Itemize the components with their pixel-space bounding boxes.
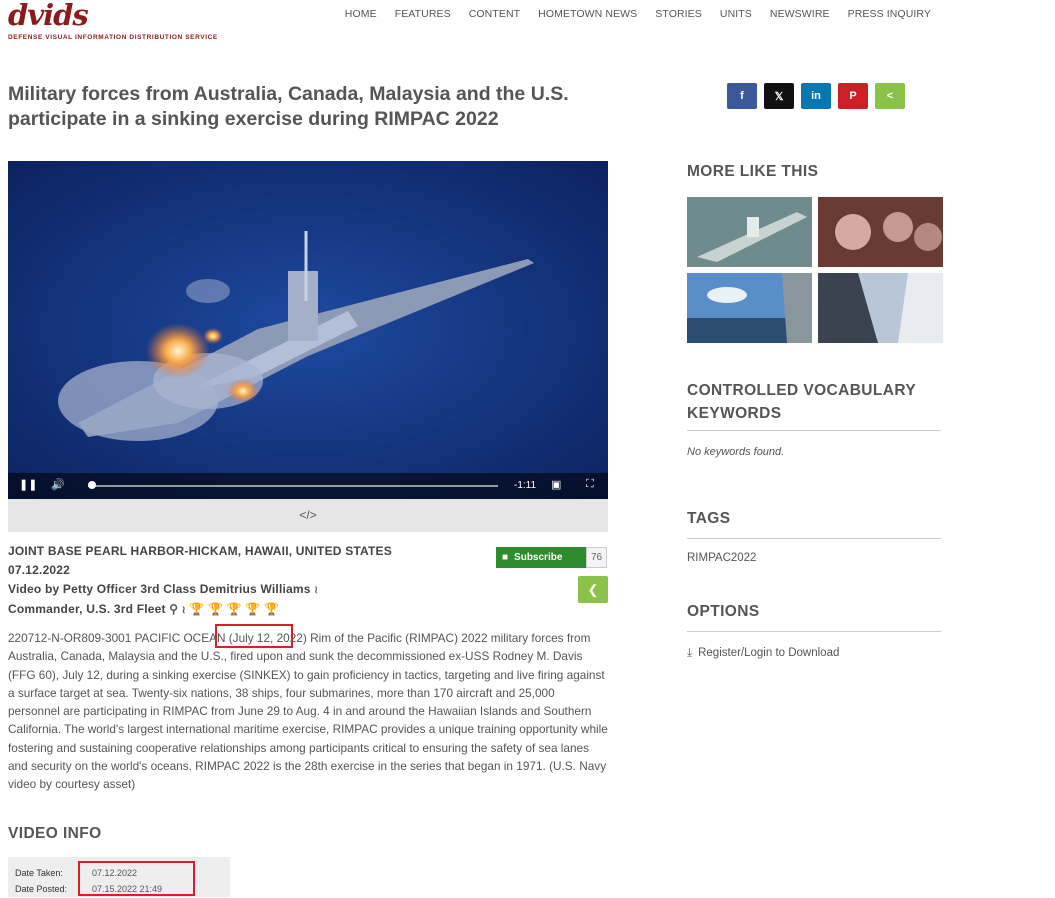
tag-link[interactable]: RIMPAC2022 — [687, 552, 756, 564]
picture-in-picture-icon[interactable]: ▣ — [551, 478, 561, 491]
player-controls: ❚❚ 🔊 -1:11 ▣ ⛶ — [8, 473, 608, 499]
video-description: 220712-N-OR809-3001 PACIFIC OCEAN (July … — [8, 629, 608, 794]
pause-button[interactable]: ❚❚ — [19, 478, 37, 491]
rss-icon[interactable]: ≀ — [182, 605, 186, 616]
trophy-icon[interactable]: 🏆 — [245, 602, 260, 616]
video-info-heading: VIDEO INFO — [8, 825, 102, 842]
video-meta: JOINT BASE PEARL HARBOR-HICKAM, HAWAII, … — [8, 542, 392, 620]
byline[interactable]: Video by Petty Officer 3rd Class Demitri… — [8, 582, 311, 596]
share-bar: f 𝕏 in P < — [727, 83, 905, 109]
main-nav: HOME FEATURES CONTENT HOMETOWN NEWS STOR… — [336, 8, 940, 20]
related-video-thumb[interactable] — [818, 273, 943, 343]
unit-row: Commander, U.S. 3rd Fleet ⚲ ≀ 🏆 🏆 🏆 🏆 🏆 — [8, 600, 392, 620]
date-taken-label: Date Taken: — [15, 868, 63, 878]
video-date: 07.12.2022 — [8, 563, 71, 577]
x-share-button[interactable]: 𝕏 — [764, 83, 794, 109]
nav-press-inquiry[interactable]: PRESS INQUIRY — [839, 8, 940, 20]
nav-features[interactable]: FEATURES — [386, 8, 460, 20]
search-icon[interactable]: ⚲ — [169, 602, 178, 616]
subscriber-count: 76 — [586, 547, 607, 568]
time-remaining: -1:11 — [514, 480, 537, 491]
divider — [687, 430, 941, 431]
trophy-icon[interactable]: 🏆 — [189, 602, 204, 616]
progress-handle[interactable] — [88, 481, 96, 489]
user-icon: ■ — [502, 552, 509, 563]
location: JOINT BASE PEARL HARBOR-HICKAM, HAWAII, … — [8, 544, 392, 558]
tags-heading: TAGS — [687, 510, 731, 527]
nav-home[interactable]: HOME — [336, 8, 386, 20]
byline-row: Video by Petty Officer 3rd Class Demitri… — [8, 580, 392, 600]
subscribe-label: Subscribe — [514, 552, 563, 563]
dvids-logo[interactable]: dvids Defense Visual Information Distrib… — [8, 0, 218, 42]
nav-newswire[interactable]: NEWSWIRE — [761, 8, 839, 20]
subscribe-widget: ■ Subscribe 76 — [496, 547, 607, 568]
video-frame — [8, 161, 608, 499]
keywords-heading: CONTROLLED VOCABULARY KEYWORDS — [687, 382, 916, 422]
nav-hometown-news[interactable]: HOMETOWN NEWS — [529, 8, 646, 20]
facebook-share-button[interactable]: f — [727, 83, 757, 109]
download-label: Register/Login to Download — [698, 647, 840, 659]
download-option[interactable]: ⤓ Register/Login to Download — [687, 647, 839, 660]
subscribe-button[interactable]: ■ Subscribe — [496, 547, 586, 568]
highlight-box-dates — [78, 861, 195, 896]
keywords-empty: No keywords found. — [687, 446, 785, 458]
fullscreen-icon[interactable]: ⛶ — [586, 478, 594, 491]
nav-stories[interactable]: STORIES — [646, 8, 711, 20]
more-like-this-heading: MORE LIKE THIS — [687, 163, 819, 180]
trophy-icon[interactable]: 🏆 — [227, 602, 242, 616]
generic-share-button[interactable]: < — [875, 83, 905, 109]
trophy-icon[interactable]: 🏆 — [208, 602, 223, 616]
pinterest-share-button[interactable]: P — [838, 83, 868, 109]
date-posted-label: Date Posted: — [15, 884, 68, 894]
trophy-icon[interactable]: 🏆 — [264, 602, 279, 616]
nav-units[interactable]: UNITS — [711, 8, 761, 20]
progress-track[interactable] — [88, 485, 498, 487]
download-icon: ⤓ — [687, 647, 693, 659]
rss-icon[interactable]: ≀ — [314, 585, 318, 596]
page-title: Military forces from Australia, Canada, … — [8, 83, 569, 130]
logo-subtitle: Defense Visual Information Distribution … — [8, 34, 218, 41]
nav-content[interactable]: CONTENT — [460, 8, 529, 20]
description-body: Rim of the Pacific (RIMPAC) 2022 militar… — [8, 631, 608, 792]
video-player[interactable]: ❚❚ 🔊 -1:11 ▣ ⛶ — [8, 161, 608, 499]
related-video-thumb[interactable] — [687, 273, 812, 343]
linkedin-share-button[interactable]: in — [801, 83, 831, 109]
share-icon-button[interactable]: ❮ — [578, 576, 608, 603]
highlight-box-date — [215, 624, 293, 648]
embed-code-button[interactable]: </> — [8, 499, 608, 532]
volume-icon[interactable]: 🔊 — [51, 478, 65, 491]
unit-name[interactable]: Commander, U.S. 3rd Fleet — [8, 602, 166, 616]
explosion — [146, 323, 210, 379]
description-id: 220712-N-OR809-3001 PACIFIC OCEAN — [8, 631, 229, 645]
divider — [687, 538, 941, 539]
divider — [687, 631, 941, 632]
logo-wordmark: dvids — [8, 0, 89, 32]
options-heading: OPTIONS — [687, 603, 760, 620]
related-video-thumb[interactable] — [818, 197, 943, 267]
related-video-thumb[interactable] — [687, 197, 812, 267]
